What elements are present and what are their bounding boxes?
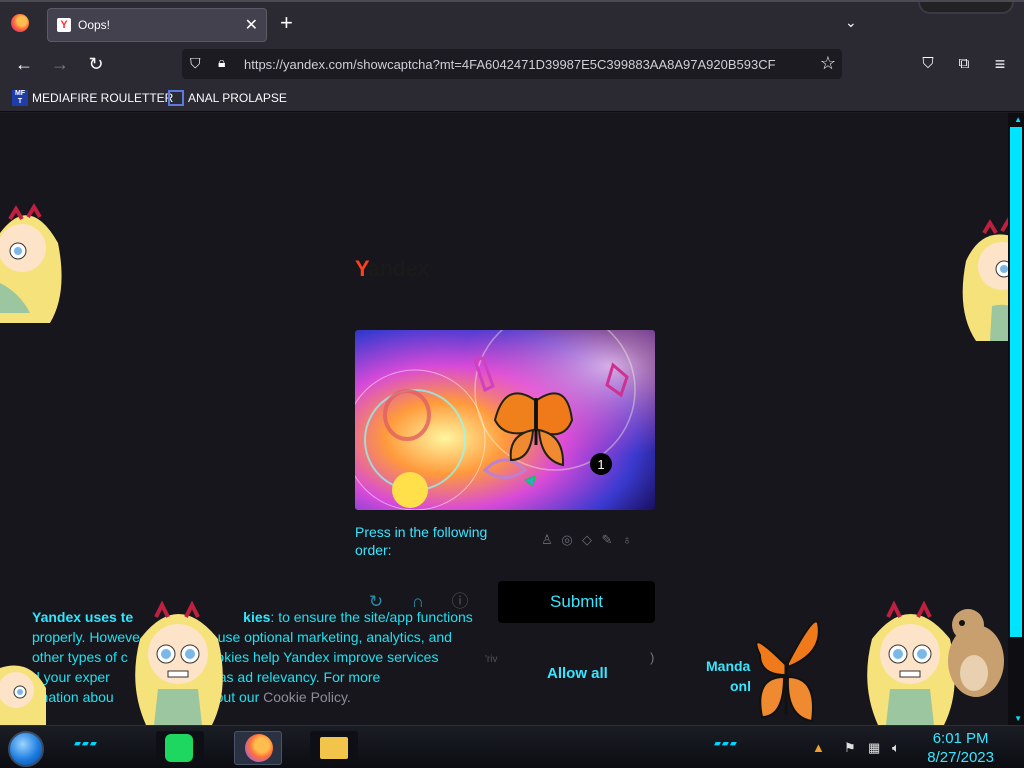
captcha-badge: 1 [597, 457, 604, 472]
captcha-prompt: Press in the following order: [355, 524, 488, 558]
network-icon[interactable]: ▦ [868, 740, 880, 756]
pencil-icon: ✎ [601, 532, 613, 547]
star-character-sticker-left [0, 203, 62, 323]
system-clock[interactable]: 6:01 PM 8/27/2023 [927, 729, 994, 767]
clock-date: 8/27/2023 [927, 749, 994, 766]
captcha-image[interactable]: 1 [355, 330, 655, 510]
cookie-line2: properly. Howeve o use optional marketin… [32, 629, 452, 645]
url-text[interactable]: https://yandex.com/showcaptcha?mt=4FA604… [244, 57, 814, 72]
order-icons: ♙ ◎ ◇ ✎ ♁ [538, 531, 636, 549]
captcha-art: 1 [355, 330, 655, 510]
reload-icon[interactable]: ↻ [84, 52, 108, 76]
bookmark-icon [168, 90, 184, 106]
cookie-banner-text: Yandex uses te kies: to ensure the site/a… [32, 607, 492, 707]
new-tab-button[interactable]: + [280, 12, 293, 34]
mandatory-line2: onl [730, 678, 751, 694]
cookie-line3: other types of c e cookies help Yandex i… [32, 649, 439, 665]
hamster-sticker [948, 609, 1004, 697]
extensions-icon[interactable]: ⧉ [952, 52, 976, 76]
close-tab-icon[interactable]: ✕ [245, 15, 258, 35]
privacy-fragment: 'riv [485, 654, 498, 665]
taskbar-decoration-icon: ▰▰▰ [74, 738, 98, 748]
cookie-bold: Yandex uses te [32, 609, 134, 625]
mandatory-only-button[interactable]: Manda onl [706, 656, 751, 696]
scroll-down-arrow-icon[interactable]: ▼ [1014, 714, 1022, 723]
bookmark-item-second[interactable]: ANAL PROLAPSE [168, 90, 287, 106]
screen: Y Oops! ✕ + ⌄ ← → ↻ ⛉ 🔒︎ https://yandex.… [0, 0, 1024, 768]
star-character-sticker-bottom-left [135, 600, 223, 725]
tag-icon: ◇ [582, 532, 592, 547]
compass-icon: ◎ [561, 532, 573, 547]
taskbar: ▰▰▰ ▰▰▰ ▲ ⚑ ▦ 🔈︎ 6:01 PM 8/27/2023 [0, 725, 1024, 768]
scrollbar-thumb[interactable] [1010, 127, 1022, 637]
pocket-icon[interactable]: ⛉ [916, 52, 940, 76]
list-all-tabs-icon[interactable]: ⌄ [845, 14, 857, 31]
clock-time: 6:01 PM [932, 730, 989, 747]
tracking-shield-icon[interactable]: ⛉ [190, 55, 201, 72]
volume-icon[interactable]: 🔈︎ [892, 740, 900, 756]
firefox-menu-icon[interactable] [11, 14, 29, 32]
bookmark-star-icon[interactable]: ☆ [820, 53, 836, 74]
person-icon: ♙ [541, 532, 553, 547]
paren-fragment: ) [650, 650, 655, 665]
scroll-up-arrow-icon[interactable]: ▲ [1014, 115, 1022, 124]
logo-rest: andex [367, 256, 430, 281]
tray-app-icon[interactable]: ▲ [812, 740, 825, 755]
bookmark-label: MEDIAFIRE ROULETTER [32, 91, 174, 105]
cookie-bold-end: kies [243, 609, 271, 625]
yandex-logo[interactable]: Yandex [355, 256, 430, 282]
cookie-policy-link[interactable]: Cookie Policy. [263, 689, 351, 705]
cookie-line1: : to ensure the site/app functions [270, 609, 473, 625]
taskbar-explorer-app[interactable] [310, 731, 358, 765]
folder-icon [320, 737, 348, 759]
start-button[interactable] [8, 731, 44, 767]
spotify-icon [165, 734, 193, 762]
taskbar-firefox-app[interactable] [234, 731, 282, 765]
bookmark-label: ANAL PROLAPSE [188, 91, 287, 105]
navigation-toolbar: ← → ↻ ⛉ 🔒︎ https://yandex.com/showcaptch… [0, 44, 1024, 84]
taskbar-spotify-app[interactable] [156, 731, 204, 765]
url-bar[interactable]: ⛉ 🔒︎ https://yandex.com/showcaptcha?mt=4… [182, 49, 842, 79]
forward-arrow-icon[interactable]: → [48, 52, 72, 76]
hamburger-menu-icon[interactable]: ≡ [988, 52, 1012, 76]
submit-button[interactable]: Submit [498, 581, 655, 623]
butterfly-sticker [755, 620, 820, 723]
window-frame-decoration [918, 2, 1014, 14]
star-character-sticker-corner [0, 665, 46, 725]
bookmarks-toolbar: MF T MEDIAFIRE ROULETTER ANAL PROLAPSE [0, 84, 1024, 112]
back-arrow-icon[interactable]: ← [12, 52, 36, 76]
firefox-icon [245, 734, 273, 762]
vertical-scrollbar[interactable]: ▲ ▼ [1008, 113, 1024, 725]
tab-title: Oops! [78, 18, 111, 32]
tab-active[interactable]: Y Oops! ✕ [47, 8, 267, 42]
lock-icon[interactable]: 🔒︎ [218, 54, 225, 71]
allow-all-button[interactable]: Allow all [547, 665, 608, 682]
lightbulb-icon: ♁ [622, 532, 632, 547]
tab-bar: Y Oops! ✕ + ⌄ [0, 0, 1024, 44]
taskbar-decoration-icon: ▰▰▰ [714, 738, 738, 748]
action-center-flag-icon[interactable]: ⚑ [844, 740, 856, 756]
mf-icon: MF T [12, 90, 28, 106]
mandatory-line1: Manda [706, 658, 751, 674]
logo-y: Y [355, 256, 368, 281]
bookmark-item-mediafire[interactable]: MF T MEDIAFIRE ROULETTER [12, 90, 173, 106]
yandex-favicon-icon: Y [57, 18, 71, 32]
page-content: Yandex 1 Press in the following order: ♙… [0, 113, 1024, 725]
